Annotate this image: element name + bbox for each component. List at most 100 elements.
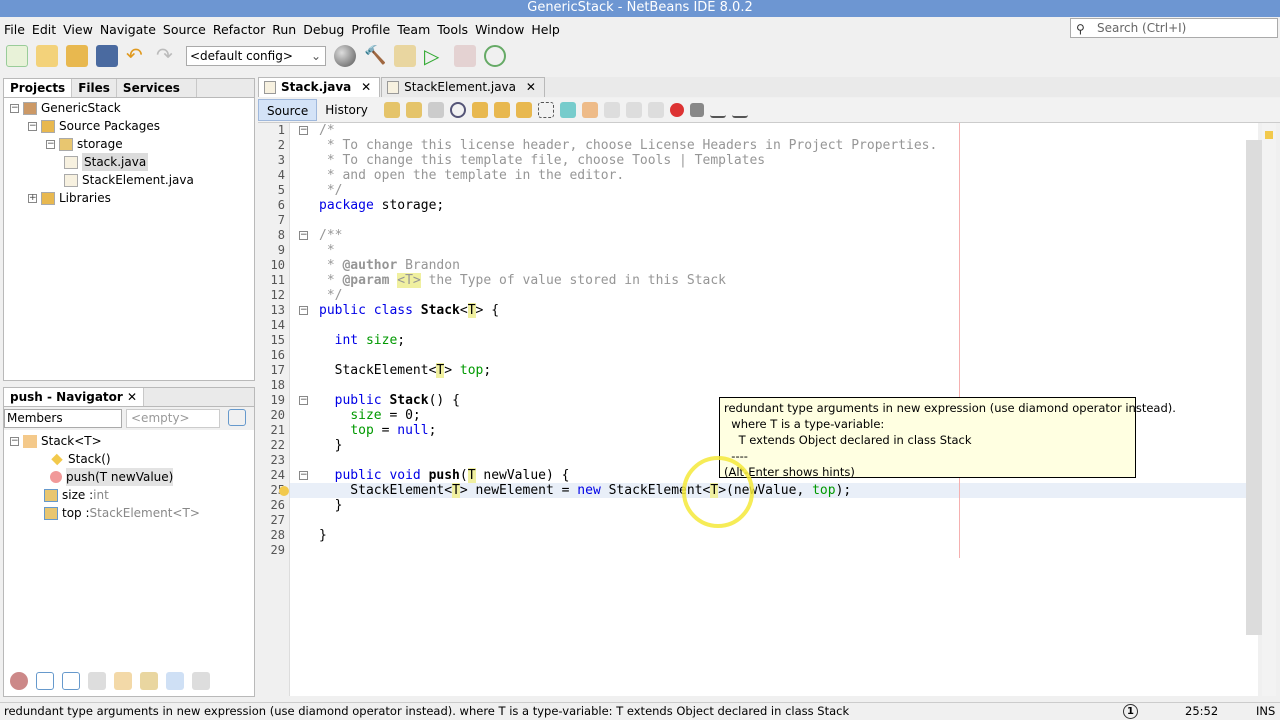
fold-toggle-icon[interactable]: − — [299, 471, 308, 480]
open-project-icon[interactable] — [66, 45, 88, 67]
menu-tools[interactable]: Tools — [437, 22, 468, 37]
toggle-highlight-icon[interactable] — [515, 102, 532, 118]
redo-icon[interactable]: ↷ — [156, 45, 178, 67]
build-hammer-icon[interactable]: 🔨 — [364, 45, 386, 67]
search-input[interactable]: ⚲ Search (Ctrl+I) — [1070, 18, 1278, 38]
code-line: } — [319, 528, 327, 543]
expand-toggle-icon[interactable]: − — [28, 121, 37, 131]
fold-toggle-icon[interactable]: − — [299, 396, 308, 405]
layout-icon[interactable] — [228, 409, 246, 426]
rectangular-select-icon[interactable] — [537, 102, 554, 118]
tree-node[interactable]: − Source Packages — [28, 117, 160, 135]
expand-toggle-icon[interactable]: + — [28, 193, 37, 203]
last-edit-icon[interactable] — [383, 102, 400, 118]
next-bookmark-icon[interactable] — [581, 102, 598, 118]
code-token: push — [428, 468, 460, 483]
fields-filter-icon[interactable] — [36, 672, 54, 690]
fqn-icon[interactable] — [140, 672, 158, 690]
code-token: size — [365, 333, 398, 348]
navigator-panel: push - Navigator ✕ Members <empty> − Stac… — [3, 387, 255, 697]
run-icon[interactable]: ▷ — [424, 45, 446, 67]
types-filter-icon[interactable] — [114, 672, 132, 690]
tree-node[interactable]: Stack.java — [64, 153, 149, 171]
sort-alpha-icon[interactable] — [166, 672, 184, 690]
fold-toggle-icon[interactable]: − — [299, 306, 308, 315]
tab-navigator[interactable]: push - Navigator ✕ — [4, 388, 145, 406]
config-select[interactable]: <default config> ⌄ — [186, 46, 326, 66]
tab-files[interactable]: Files — [72, 79, 117, 97]
close-icon[interactable]: ✕ — [522, 80, 536, 94]
tab-history[interactable]: History — [317, 99, 376, 121]
notifications-badge[interactable]: 1 — [1123, 704, 1138, 719]
tab-label: Stack.java — [281, 80, 352, 94]
back-icon[interactable] — [405, 102, 422, 118]
hint-bulb-icon[interactable] — [279, 486, 289, 496]
line-number: 16 — [270, 348, 285, 362]
inherited-members-icon[interactable] — [10, 672, 28, 690]
static-filter-icon[interactable] — [62, 672, 80, 690]
tab-stack-java[interactable]: Stack.java ✕ — [258, 77, 381, 97]
menu-debug[interactable]: Debug — [303, 22, 344, 37]
menu-view[interactable]: View — [63, 22, 93, 37]
comment-icon[interactable] — [709, 102, 726, 118]
sort-source-icon[interactable] — [192, 672, 210, 690]
expand-toggle-icon[interactable]: − — [10, 103, 19, 113]
menu-run[interactable]: Run — [272, 22, 296, 37]
error-stripe[interactable] — [1262, 123, 1276, 696]
collapse-toggle-icon[interactable]: − — [10, 436, 19, 446]
tree-node[interactable]: StackElement.java — [64, 171, 194, 189]
menu-window[interactable]: Window — [475, 22, 524, 37]
menu-refactor[interactable]: Refactor — [213, 22, 265, 37]
save-all-icon[interactable] — [96, 45, 118, 67]
menu-file[interactable]: File — [4, 22, 25, 37]
insert-mode: INS — [1256, 704, 1276, 718]
menu-help[interactable]: Help — [531, 22, 560, 37]
members-select[interactable]: Members — [4, 409, 122, 428]
globe-icon[interactable] — [334, 45, 356, 67]
navigator-member[interactable]: Stack() — [50, 450, 111, 468]
code-token: */ — [319, 183, 343, 198]
forward-icon[interactable] — [427, 102, 444, 118]
menu-navigate[interactable]: Navigate — [100, 22, 156, 37]
menu-edit[interactable]: Edit — [32, 22, 56, 37]
navigator-tabs: push - Navigator ✕ — [4, 388, 254, 407]
code-token: * and open the template in the editor. — [319, 168, 625, 183]
record-macro-icon[interactable] — [669, 103, 684, 117]
menu-source[interactable]: Source — [163, 22, 206, 37]
tree-node[interactable]: − GenericStack — [10, 99, 121, 117]
new-file-icon[interactable] — [6, 45, 28, 67]
navigator-member[interactable]: push(T newValue) — [50, 468, 174, 486]
shift-right-icon[interactable] — [647, 102, 664, 118]
close-icon[interactable]: ✕ — [357, 80, 371, 94]
toggle-bookmark-icon[interactable] — [603, 102, 620, 118]
menu-team[interactable]: Team — [397, 22, 430, 37]
editor-vertical-scrollbar[interactable] — [1246, 140, 1262, 635]
find-icon[interactable] — [449, 102, 466, 118]
navigator-root[interactable]: − Stack<T> — [10, 432, 102, 450]
expand-toggle-icon[interactable]: − — [46, 139, 55, 149]
navigator-member[interactable]: top : StackElement<T> — [44, 504, 200, 522]
fold-toggle-icon[interactable]: − — [299, 126, 308, 135]
tree-node[interactable]: − storage — [46, 135, 123, 153]
find-next-icon[interactable] — [493, 102, 510, 118]
profile-icon[interactable] — [484, 45, 506, 67]
previous-bookmark-icon[interactable] — [559, 102, 576, 118]
navigator-member[interactable]: size : int — [44, 486, 109, 504]
uncomment-icon[interactable] — [731, 102, 748, 118]
new-project-icon[interactable] — [36, 45, 58, 67]
lock-icon[interactable] — [88, 672, 106, 690]
empty-select[interactable]: <empty> — [126, 409, 220, 428]
tab-source[interactable]: Source — [258, 99, 318, 121]
stop-macro-icon[interactable] — [689, 103, 704, 117]
tree-node[interactable]: + Libraries — [28, 189, 111, 207]
undo-icon[interactable]: ↶ — [126, 45, 148, 67]
tab-projects[interactable]: Projects — [4, 79, 73, 97]
debug-icon[interactable] — [454, 45, 476, 67]
clean-build-icon[interactable] — [394, 45, 416, 67]
menu-profile[interactable]: Profile — [351, 22, 390, 37]
tab-stackelement-java[interactable]: StackElement.java ✕ — [381, 77, 545, 97]
find-previous-icon[interactable] — [471, 102, 488, 118]
tab-services[interactable]: Services — [117, 79, 197, 97]
shift-left-icon[interactable] — [625, 102, 642, 118]
fold-toggle-icon[interactable]: − — [299, 231, 308, 240]
